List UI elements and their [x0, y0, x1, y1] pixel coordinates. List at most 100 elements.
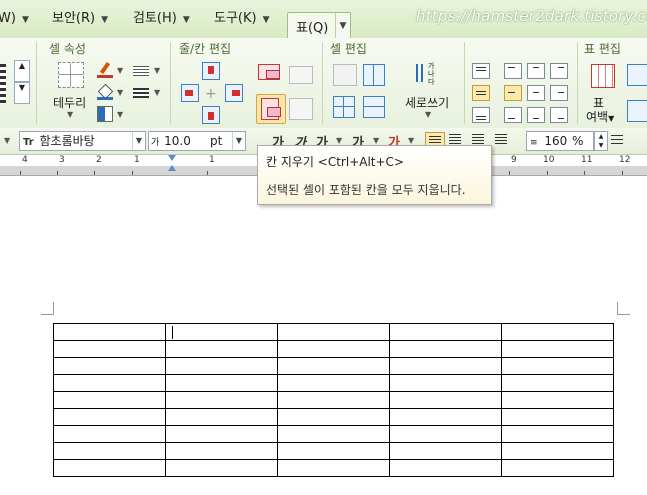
chevron-down-icon[interactable]: ▼	[232, 132, 245, 150]
document-table[interactable]	[53, 323, 614, 477]
align-top-icon[interactable]	[472, 63, 490, 79]
tab-table[interactable]: 표(Q) ▼	[287, 12, 351, 40]
table-cell[interactable]	[389, 340, 502, 358]
align-mid-left-icon[interactable]	[504, 85, 522, 101]
table-cell[interactable]	[53, 391, 166, 409]
align-bottom-left-icon[interactable]	[504, 107, 522, 123]
table-cell[interactable]	[277, 408, 390, 426]
align-mid-center-icon[interactable]	[527, 85, 545, 101]
insert-col-right-icon[interactable]	[225, 84, 243, 102]
table-cell[interactable]	[53, 340, 166, 358]
line-type-icon[interactable]	[133, 66, 149, 76]
table-cell[interactable]	[389, 357, 502, 375]
align-top-left-icon[interactable]	[504, 63, 522, 79]
table-cell[interactable]	[53, 442, 166, 460]
split-cells-icon[interactable]	[363, 64, 385, 86]
border-button[interactable]: 테두리	[53, 94, 86, 111]
distribute-cols-icon[interactable]	[363, 96, 385, 118]
table-cell[interactable]	[53, 425, 166, 443]
table-cell[interactable]	[53, 323, 166, 341]
table-cell[interactable]	[277, 374, 390, 392]
vertical-text-icon[interactable]: 가나다	[416, 62, 444, 90]
table-cell[interactable]	[277, 425, 390, 443]
table-cell[interactable]	[53, 408, 166, 426]
table-cell[interactable]	[165, 323, 278, 341]
chevron-down-icon[interactable]: ▼	[4, 136, 10, 145]
table-cell[interactable]	[165, 425, 278, 443]
fill-color-icon[interactable]	[97, 83, 114, 100]
align-top-center-icon[interactable]	[527, 63, 545, 79]
pen-color-icon[interactable]	[97, 61, 113, 78]
menu-tools[interactable]: 도구(K) ▼	[214, 10, 270, 28]
insert-row-above-icon[interactable]	[202, 62, 220, 80]
table-cell[interactable]	[501, 340, 614, 358]
menu-review[interactable]: 검토(H) ▼	[133, 10, 190, 28]
table-cell[interactable]	[165, 391, 278, 409]
table-cell[interactable]	[277, 442, 390, 460]
table-cell[interactable]	[165, 442, 278, 460]
align-center-icon[interactable]	[472, 134, 484, 144]
merge-cells-disabled-icon[interactable]	[333, 64, 357, 86]
scroll-up-icon[interactable]: ▲	[14, 60, 30, 82]
font-size-select[interactable]: 가 10.0 pt ▼	[148, 131, 246, 151]
table-cell[interactable]	[389, 391, 502, 409]
align-mid-right-icon[interactable]	[550, 85, 568, 101]
vertical-text-button[interactable]: 세로쓰기	[405, 94, 449, 111]
table-cell[interactable]	[501, 374, 614, 392]
table-cell[interactable]	[389, 425, 502, 443]
table-cell[interactable]	[53, 357, 166, 375]
table-cell[interactable]	[501, 357, 614, 375]
table-cell[interactable]	[501, 442, 614, 460]
delete-col-icon[interactable]	[256, 94, 286, 124]
align-bottom-right-icon[interactable]	[550, 107, 568, 123]
align-top-right-icon[interactable]	[550, 63, 568, 79]
indent-marker-icon[interactable]	[168, 155, 176, 173]
menu-view[interactable]: W) ▼	[0, 10, 29, 28]
document-area[interactable]	[0, 176, 647, 495]
cell-shade-icon[interactable]	[97, 106, 113, 122]
line-style-icon[interactable]	[0, 64, 6, 104]
align-middle-icon[interactable]	[472, 85, 490, 101]
table-style-icon[interactable]	[627, 64, 647, 86]
table-properties-icon[interactable]	[591, 64, 615, 88]
table-cell[interactable]	[53, 374, 166, 392]
chevron-down-icon[interactable]: ▼	[425, 110, 431, 119]
align-bottom-center-icon[interactable]	[527, 107, 545, 123]
table-cell[interactable]	[277, 391, 390, 409]
table-cell[interactable]	[501, 459, 614, 477]
col-width-icon[interactable]	[289, 98, 313, 120]
font-select[interactable]: Tr 함초롬바탕 ▼	[19, 131, 146, 151]
align-left-icon[interactable]	[449, 134, 461, 144]
chevron-down-icon[interactable]: ▼	[132, 132, 145, 150]
line-spacing-select[interactable]: ≡ 160 %	[526, 131, 594, 151]
table-cell[interactable]	[165, 459, 278, 477]
table-cell[interactable]	[501, 323, 614, 341]
table-cell[interactable]	[165, 340, 278, 358]
row-height-icon[interactable]	[289, 66, 313, 84]
insert-row-below-icon[interactable]	[202, 106, 220, 124]
scroll-down-icon[interactable]: ▼	[14, 82, 30, 104]
delete-row-icon[interactable]	[256, 60, 282, 84]
line-spacing-stepper[interactable]: ▲ ▼	[594, 131, 608, 151]
table-cell[interactable]	[501, 425, 614, 443]
table-cell[interactable]	[389, 374, 502, 392]
menu-security[interactable]: 보안(R) ▼	[52, 10, 108, 28]
margin-button[interactable]: 여백▼	[586, 108, 614, 125]
table-cell[interactable]	[501, 391, 614, 409]
table-cell[interactable]	[501, 408, 614, 426]
distribute-rows-icon[interactable]	[333, 96, 355, 118]
align-right-icon[interactable]	[495, 134, 507, 144]
table-cell[interactable]	[389, 442, 502, 460]
table-cell[interactable]	[277, 323, 390, 341]
table-cell[interactable]	[389, 459, 502, 477]
chevron-down-icon[interactable]: ▼	[67, 110, 73, 119]
chevron-down-icon[interactable]: ▼	[335, 13, 350, 39]
table-cell[interactable]	[277, 459, 390, 477]
table-cell[interactable]	[165, 374, 278, 392]
indent-icon[interactable]	[611, 132, 625, 148]
insert-col-left-icon[interactable]	[181, 84, 199, 102]
table-cell[interactable]	[277, 357, 390, 375]
line-width-icon[interactable]	[133, 88, 149, 98]
table-cell[interactable]	[53, 459, 166, 477]
table-cell[interactable]	[389, 323, 502, 341]
